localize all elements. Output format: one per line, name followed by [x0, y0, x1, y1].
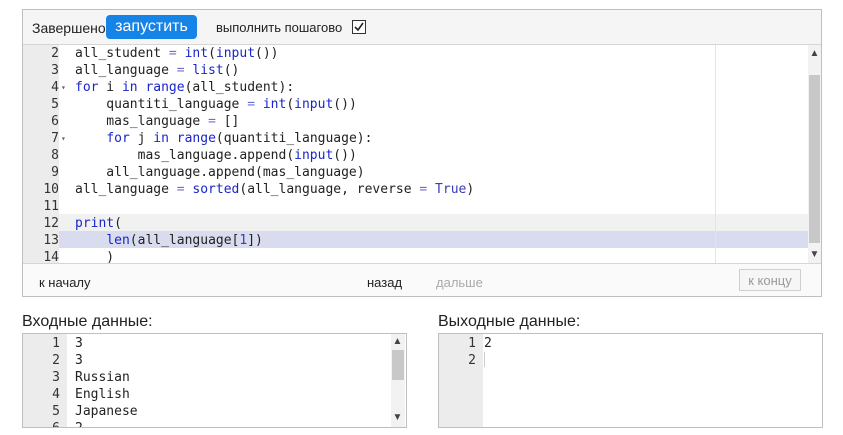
line-number: 7: [23, 130, 59, 147]
back-button[interactable]: назад: [367, 275, 402, 290]
io-line[interactable]: 2: [439, 352, 799, 369]
code-text: quantiti_language = int(input()): [75, 97, 357, 112]
code-line[interactable]: 6 mas_language = []: [23, 113, 808, 130]
io-text: 2: [484, 336, 492, 351]
line-number: 11: [23, 198, 59, 215]
code-line[interactable]: 8 mas_language.append(input()): [23, 147, 808, 164]
code-text: ): [75, 250, 115, 263]
io-line[interactable]: 62: [23, 420, 383, 427]
text-cursor: [484, 352, 485, 367]
output-title: Выходные данные:: [438, 313, 581, 330]
io-line[interactable]: 12: [439, 335, 799, 352]
code-line[interactable]: 2 all_student = int(input()): [23, 45, 808, 62]
io-line[interactable]: 3 Russian: [23, 369, 383, 386]
code-line[interactable]: 5 quantiti_language = int(input()): [23, 96, 808, 113]
code-line[interactable]: 3 all_language = list(): [23, 62, 808, 79]
run-status: Завершено: [32, 20, 106, 36]
forward-button[interactable]: дальше: [436, 275, 483, 290]
code-line[interactable]: 14 ): [23, 249, 808, 263]
line-number: 2: [23, 45, 59, 62]
code-scroll-thumb[interactable]: [809, 75, 820, 243]
step-mode-label: выполнить пошагово: [216, 20, 343, 35]
scroll-down-icon[interactable]: ▼: [391, 412, 404, 423]
code-text: all_language.append(mas_language): [75, 165, 365, 180]
line-number: 9: [23, 164, 59, 181]
io-text: Russian: [75, 370, 130, 385]
io-text: English: [75, 387, 130, 402]
io-line[interactable]: 13: [23, 335, 383, 352]
checkmark-icon: [354, 22, 364, 32]
io-text: 3: [75, 353, 83, 368]
line-number: 6: [23, 113, 59, 130]
line-number: 1: [52, 336, 60, 351]
line-number: 4: [23, 79, 59, 96]
line-number: 5: [23, 96, 59, 113]
code-line[interactable]: 13 len(all_language[1]): [23, 232, 808, 249]
scroll-up-icon[interactable]: ▲: [808, 48, 821, 59]
line-number: 14: [23, 249, 59, 263]
code-line[interactable]: 7 ▾ for j in range(quantiti_language):: [23, 130, 808, 147]
fold-arrow-icon[interactable]: ▾: [61, 79, 66, 96]
code-text: for i in range(all_student):: [75, 80, 295, 95]
step-navigation: к началу назад дальше к концу: [23, 263, 821, 296]
input-editor[interactable]: 13233Russian4English5Japanese62 ▲ ▼: [22, 333, 407, 428]
io-text: 3: [75, 336, 83, 351]
line-number: 6: [23, 420, 60, 427]
code-line[interactable]: 4 ▾ for i in range(all_student):: [23, 79, 808, 96]
code-text: len(all_language[1]): [106, 233, 263, 248]
code-text: all_student = int(input()): [75, 46, 279, 61]
code-text: for j in range(quantiti_language):: [106, 131, 373, 146]
line-number: 3: [52, 370, 60, 385]
line-number: 10: [23, 181, 59, 198]
run-button[interactable]: запустить: [106, 15, 197, 39]
io-line[interactable]: 4 English: [23, 386, 383, 403]
code-editor-panel: Завершено запустить выполнить пошагово 2…: [22, 9, 822, 297]
fold-arrow-icon[interactable]: ▾: [61, 130, 66, 147]
input-scroll-thumb[interactable]: [392, 350, 404, 380]
code-line[interactable]: 10 all_language = sorted(all_language, re…: [23, 181, 808, 198]
line-number: 2: [52, 353, 60, 368]
line-number: 12: [23, 215, 59, 232]
io-text: Japanese: [75, 404, 138, 419]
line-number: 8: [23, 147, 59, 164]
scroll-up-icon[interactable]: ▲: [391, 336, 404, 347]
line-number: 3: [23, 62, 59, 79]
line-number: 2: [468, 353, 476, 368]
io-text: 2: [75, 420, 83, 427]
step-mode-checkbox[interactable]: [352, 20, 366, 34]
editor-toolbar: Завершено запустить выполнить пошагово: [23, 10, 821, 45]
line-number: 4: [52, 387, 60, 402]
io-line[interactable]: 5 Japanese: [23, 403, 383, 420]
input-title: Входные данные:: [22, 313, 153, 330]
line-number: 13: [23, 232, 59, 249]
code-text: mas_language = []: [75, 114, 240, 129]
output-editor[interactable]: 122: [438, 333, 823, 428]
code-text: mas_language.append(input()): [75, 148, 357, 163]
scroll-down-icon[interactable]: ▼: [808, 249, 821, 260]
code-text: print(: [75, 216, 122, 231]
line-number: 5: [52, 404, 60, 419]
to-start-button[interactable]: к началу: [39, 275, 91, 290]
code-text: all_language = list(): [75, 63, 240, 78]
code-line[interactable]: 11: [23, 198, 808, 215]
line-number: 1: [468, 336, 476, 351]
input-scrollbar[interactable]: ▲ ▼: [391, 334, 405, 427]
io-line[interactable]: 23: [23, 352, 383, 369]
code-text: all_language = sorted(all_language, reve…: [75, 182, 475, 197]
code-line[interactable]: 12 print(: [23, 215, 808, 232]
code-line[interactable]: 9 all_language.append(mas_language): [23, 164, 808, 181]
to-end-button[interactable]: к концу: [739, 269, 801, 291]
code-area[interactable]: 2 all_student = int(input()) 3 all_language…: [23, 45, 821, 263]
